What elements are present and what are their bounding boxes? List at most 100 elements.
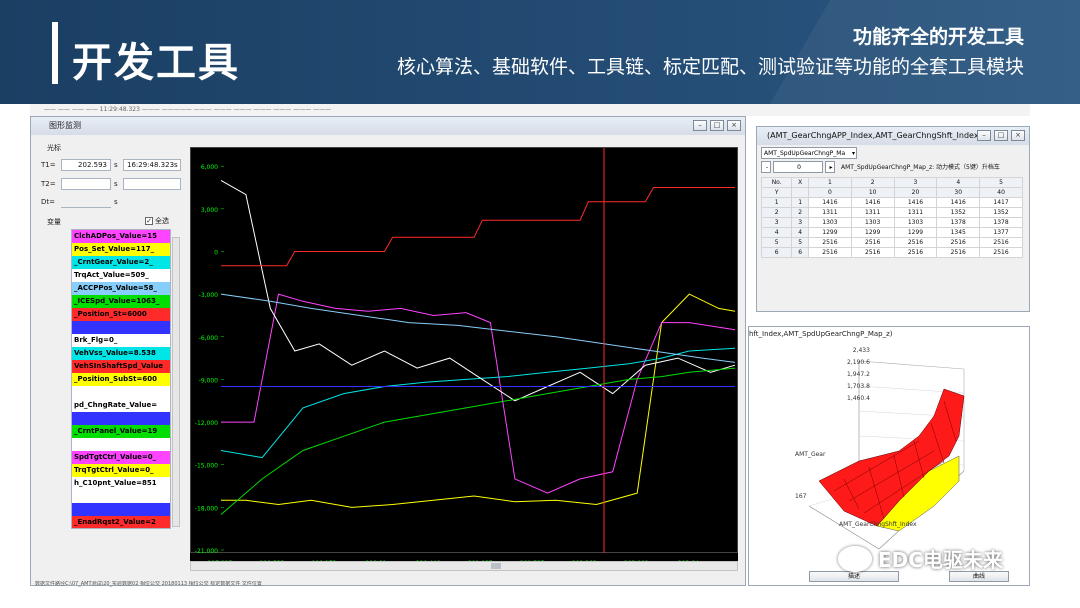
table-cell[interactable] (791, 187, 810, 198)
table-cell[interactable]: 5 (791, 237, 810, 248)
table-cell[interactable]: 2516 (850, 237, 895, 248)
map-table[interactable]: No. X 1 2 3 4 5 Y 0 10 20 30 40 1 1 1416 1416 1416 1416 141… (760, 177, 1023, 258)
variable-item[interactable] (72, 438, 170, 451)
variable-item[interactable]: _EnadRqst2_Value=2 (72, 516, 170, 528)
map-maximize-button[interactable]: □ (994, 130, 1008, 141)
table-cell[interactable]: 5 (979, 177, 1023, 188)
table-cell[interactable]: 2516 (808, 247, 852, 258)
variable-item[interactable]: pd_ChngRate_Value= (72, 399, 170, 412)
variable-item[interactable]: Pos_Set_Value=117_ (72, 243, 170, 256)
variable-item[interactable]: ClchADPos_Value=15 (72, 230, 170, 243)
table-cell[interactable]: 2516 (808, 237, 852, 248)
table-cell[interactable]: 6 (791, 247, 810, 258)
scroll-thumb[interactable] (491, 563, 501, 569)
table-cell[interactable]: 1377 (979, 227, 1023, 238)
waveform-chart[interactable]: 6,000 3,000 0 -3,000 -6,000 -9,000 -12,000 -15,… (190, 147, 738, 555)
table-cell[interactable]: 1 (791, 197, 810, 208)
map-selector[interactable]: AMT_SpdUpGearChngP_Ma ▾ (761, 147, 857, 159)
variable-item[interactable]: _ICESpd_Value=1063_ (72, 295, 170, 308)
variable-item[interactable]: VehVss_Value=8.538 (72, 347, 170, 360)
variable-item[interactable]: _ACCPPos_Value=58_ (72, 282, 170, 295)
table-cell[interactable]: No. (760, 177, 793, 188)
select-all-checkbox[interactable]: ✓ 全选 (145, 216, 169, 226)
table-cell[interactable]: 20 (893, 187, 938, 198)
close-button[interactable]: × (727, 120, 741, 131)
waveform-window-titlebar[interactable]: 图形监测 – □ × (31, 117, 745, 135)
variable-item[interactable]: VehSInShaftSpd_Value (72, 360, 170, 373)
spin-value[interactable]: 0 (773, 161, 823, 173)
variable-item[interactable]: h_C10pnt_Value=851 (72, 477, 170, 490)
table-cell[interactable]: 0 (808, 187, 852, 198)
table-cell[interactable]: 2516 (979, 237, 1023, 248)
variable-item[interactable]: _Position_St=6000 (72, 308, 170, 321)
variable-item[interactable]: _CrntGear_Value=2_ (72, 256, 170, 269)
table-cell[interactable]: 1 (760, 197, 793, 208)
variable-item[interactable]: TrqTgtCtrl_Value=0_ (72, 464, 170, 477)
table-cell[interactable]: 1378 (936, 217, 981, 228)
variable-item[interactable]: Brk_Flg=0_ (72, 334, 170, 347)
table-cell[interactable]: Y (760, 187, 793, 198)
variable-item[interactable] (72, 503, 170, 516)
minimize-button[interactable]: – (693, 120, 707, 131)
table-cell[interactable]: 10 (850, 187, 895, 198)
table-cell[interactable]: 3 (760, 217, 793, 228)
table-cell[interactable]: 2516 (936, 247, 981, 258)
variable-item[interactable]: TrqAct_Value=509_ (72, 269, 170, 282)
table-cell[interactable]: 3 (893, 177, 938, 188)
table-cell[interactable]: 1378 (979, 217, 1023, 228)
table-cell[interactable]: 2 (850, 177, 895, 188)
variable-list-scrollbar[interactable] (172, 237, 180, 527)
table-cell[interactable]: 1416 (808, 197, 852, 208)
decrement-button[interactable]: - (761, 161, 771, 173)
t1-field[interactable]: 202.593 (61, 159, 111, 171)
table-cell[interactable]: 1303 (893, 217, 938, 228)
table-cell[interactable]: 4 (760, 227, 793, 238)
table-cell[interactable]: 1299 (850, 227, 895, 238)
table-cell[interactable]: 4 (936, 177, 981, 188)
table-cell[interactable]: 1416 (936, 197, 981, 208)
table-cell[interactable]: 5 (760, 237, 793, 248)
table-cell[interactable]: 1417 (979, 197, 1023, 208)
surface-plot[interactable] (749, 341, 1031, 571)
t1-clock-field[interactable]: 16:29:48.323s (123, 159, 181, 171)
table-cell[interactable]: 2516 (936, 237, 981, 248)
t2-field[interactable] (61, 178, 111, 190)
table-cell[interactable]: 1303 (850, 217, 895, 228)
table-cell[interactable]: 40 (979, 187, 1023, 198)
table-cell[interactable]: 1311 (893, 207, 938, 218)
table-cell[interactable]: 1 (808, 177, 852, 188)
table-cell[interactable]: 1299 (893, 227, 938, 238)
table-cell[interactable]: 1416 (893, 197, 938, 208)
table-cell[interactable]: 2516 (893, 237, 938, 248)
table-cell[interactable]: 4 (791, 227, 810, 238)
table-cell[interactable]: 2 (791, 207, 810, 218)
table-cell[interactable]: 1352 (936, 207, 981, 218)
increment-button[interactable]: ▸ (825, 161, 835, 173)
table-cell[interactable]: 1416 (850, 197, 895, 208)
table-cell[interactable]: 2516 (979, 247, 1023, 258)
map-minimize-button[interactable]: – (977, 130, 991, 141)
table-cell[interactable]: 1345 (936, 227, 981, 238)
variable-item[interactable]: _CrntPanel_Value=19 (72, 425, 170, 438)
table-cell[interactable]: X (791, 177, 810, 188)
variable-item[interactable]: _Position_SubSt=600 (72, 373, 170, 386)
table-cell[interactable]: 1299 (808, 227, 852, 238)
variable-item[interactable] (72, 386, 170, 399)
table-cell[interactable]: 6 (760, 247, 793, 258)
table-cell[interactable]: 1311 (850, 207, 895, 218)
variable-item[interactable]: SpdTgtCtrl_Value=0_ (72, 451, 170, 464)
variable-item[interactable] (72, 490, 170, 503)
table-cell[interactable]: 1303 (808, 217, 852, 228)
t2-clock-field[interactable] (123, 178, 181, 190)
table-cell[interactable]: 30 (936, 187, 981, 198)
variable-item[interactable] (72, 412, 170, 425)
chart-horizontal-scrollbar[interactable] (190, 561, 738, 571)
table-cell[interactable]: 2516 (893, 247, 938, 258)
variable-item[interactable] (72, 321, 170, 334)
map-close-button[interactable]: × (1011, 130, 1025, 141)
table-cell[interactable]: 2516 (850, 247, 895, 258)
maximize-button[interactable]: □ (710, 120, 724, 131)
map-window-titlebar[interactable]: (AMT_GearChngAPP_Index,AMT_GearChngShft_… (757, 127, 1029, 145)
table-cell[interactable]: 1352 (979, 207, 1023, 218)
table-cell[interactable]: 3 (791, 217, 810, 228)
